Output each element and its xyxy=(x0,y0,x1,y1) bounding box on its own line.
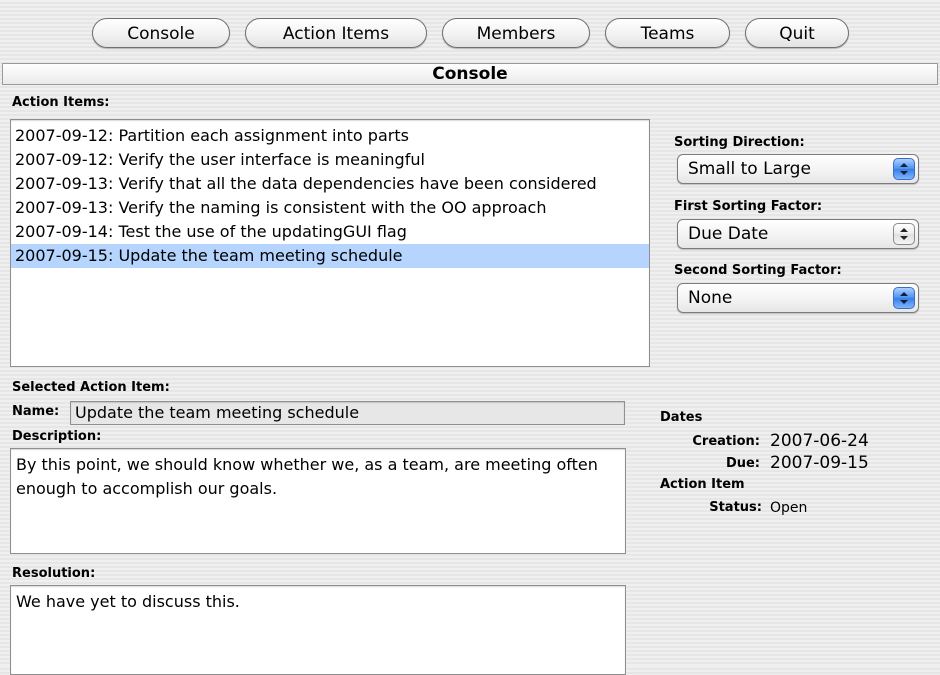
up-down-arrows-icon xyxy=(893,223,915,245)
sorting-direction-value: Small to Large xyxy=(688,159,811,179)
sorting-direction-label: Sorting Direction: xyxy=(674,135,805,150)
action-items-list[interactable]: 2007-09-12: Partition each assignment in… xyxy=(10,119,650,367)
due-date: 2007-09-15 xyxy=(770,453,869,473)
members-button[interactable]: Members xyxy=(442,18,590,48)
name-field[interactable]: Update the team meeting schedule xyxy=(70,401,625,425)
first-sorting-factor-select[interactable]: Due Date xyxy=(677,219,919,249)
due-label: Due: xyxy=(725,456,760,471)
name-label: Name: xyxy=(12,404,60,419)
second-sorting-factor-select[interactable]: None xyxy=(677,283,919,313)
description-textarea[interactable]: By this point, we should know whether we… xyxy=(10,448,626,554)
resolution-textarea[interactable]: We have yet to discuss this. xyxy=(10,585,626,675)
list-item[interactable]: 2007-09-12: Partition each assignment in… xyxy=(11,124,649,148)
selected-action-item-label: Selected Action Item: xyxy=(12,380,170,395)
action-items-button[interactable]: Action Items xyxy=(245,18,427,48)
page-title: Console xyxy=(2,63,938,85)
second-sorting-factor-value: None xyxy=(688,288,733,308)
status-label: Status: xyxy=(709,500,762,515)
creation-label: Creation: xyxy=(692,434,760,449)
up-down-arrows-icon xyxy=(893,287,915,309)
up-down-arrows-icon xyxy=(893,158,915,180)
teams-button[interactable]: Teams xyxy=(605,18,730,48)
sorting-direction-select[interactable]: Small to Large xyxy=(677,154,919,184)
action-item-heading: Action Item xyxy=(660,477,745,492)
quit-button[interactable]: Quit xyxy=(745,18,849,48)
list-item[interactable]: 2007-09-12: Verify the user interface is… xyxy=(11,148,649,172)
console-button[interactable]: Console xyxy=(92,18,230,48)
list-item-selected[interactable]: 2007-09-15: Update the team meeting sche… xyxy=(11,244,649,268)
first-sorting-factor-label: First Sorting Factor: xyxy=(674,199,823,214)
dates-heading: Dates xyxy=(660,410,703,425)
list-item[interactable]: 2007-09-14: Test the use of the updating… xyxy=(11,220,649,244)
action-items-label: Action Items: xyxy=(12,95,110,110)
resolution-label: Resolution: xyxy=(12,566,96,581)
list-item[interactable]: 2007-09-13: Verify that all the data dep… xyxy=(11,172,649,196)
second-sorting-factor-label: Second Sorting Factor: xyxy=(674,263,842,278)
status-value: Open xyxy=(770,500,808,516)
description-label: Description: xyxy=(12,429,102,444)
creation-date: 2007-06-24 xyxy=(770,431,869,451)
first-sorting-factor-value: Due Date xyxy=(688,224,769,244)
list-item[interactable]: 2007-09-13: Verify the naming is consist… xyxy=(11,196,649,220)
